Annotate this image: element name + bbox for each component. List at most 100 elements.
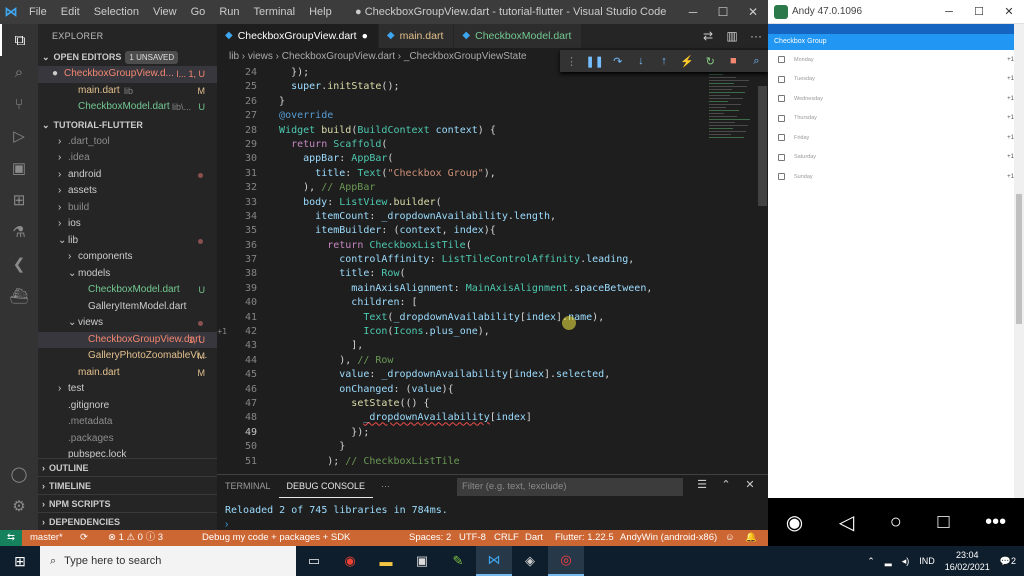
hot-reload-icon[interactable]: ⚡ <box>676 55 699 68</box>
outline-section[interactable]: › OUTLINE <box>38 458 217 476</box>
checkbox[interactable] <box>778 134 785 142</box>
taskbar-search[interactable]: ⌕ Type here to search <box>40 546 296 576</box>
emulator-scrollbar[interactable] <box>1014 24 1024 498</box>
open-changes-icon[interactable]: ⇄ <box>696 29 720 43</box>
chrome-icon[interactable]: ◉ <box>332 546 368 576</box>
menu-go[interactable]: Go <box>184 0 213 24</box>
checkbox-list-item[interactable]: Friday +1 <box>768 128 1024 148</box>
checkbox[interactable] <box>778 153 785 161</box>
checkbox-list-item[interactable]: Monday +1 <box>768 50 1024 70</box>
minimap[interactable] <box>705 66 757 468</box>
clear-console-icon[interactable]: ☰ <box>690 478 714 491</box>
stop-icon[interactable]: ■ <box>722 55 745 67</box>
open-editors-section[interactable]: ⌄ OPEN EDITORS 1 UNSAVED <box>38 48 217 66</box>
tree-item[interactable]: .metadata <box>38 414 217 431</box>
checkbox[interactable] <box>778 173 785 181</box>
tree-item[interactable]: GalleryPhotoZoomableVi... M <box>38 348 217 365</box>
andy-emulator-icon[interactable]: ◎ <box>548 546 584 576</box>
checkbox[interactable] <box>778 95 785 103</box>
screen-record-icon[interactable]: ◉ <box>786 510 803 535</box>
tree-item[interactable]: CheckboxGroupView.dart 1, U <box>38 331 217 348</box>
run-debug-icon[interactable]: ▷ <box>0 120 38 152</box>
language-mode[interactable]: Dart <box>525 530 543 546</box>
close-icon[interactable]: ✕ <box>994 5 1024 18</box>
menu-view[interactable]: View <box>146 0 184 24</box>
checkbox[interactable] <box>778 75 785 83</box>
code-editor[interactable]: 24 25 26 27 28 29 30 31 32 33 34 35 36 37 38 39 40 41 42 43… <box>217 66 768 468</box>
tree-item[interactable]: › test <box>38 381 217 398</box>
menu-terminal[interactable]: Terminal <box>247 0 303 24</box>
tree-item[interactable]: › build <box>38 200 217 217</box>
checkbox-list-item[interactable]: Wednesday +1 <box>768 89 1024 109</box>
tree-item[interactable]: .gitignore <box>38 398 217 415</box>
feedback-icon[interactable]: ☺ <box>725 530 735 546</box>
pause-icon[interactable]: ❚❚ <box>583 55 606 68</box>
file-explorer-icon[interactable]: ▬ <box>368 546 404 576</box>
menu-help[interactable]: Help <box>302 0 339 24</box>
problems-indicator[interactable]: ⊗ 1 ⚠ 0 ⓘ 3 <box>108 530 163 546</box>
menu-edit[interactable]: Edit <box>54 0 87 24</box>
tree-item[interactable]: › .dart_tool <box>38 134 217 151</box>
sync-icon[interactable]: ⟳ <box>80 530 88 546</box>
step-into-icon[interactable]: ↓ <box>629 55 652 67</box>
clock[interactable]: 23:04 16/02/2021 <box>945 549 990 573</box>
open-editor-item[interactable]: main.dart lib M <box>38 83 217 100</box>
notifications-icon[interactable]: 🔔 <box>745 530 757 546</box>
tab-checkboxmodel[interactable]: ◆ CheckboxModel.dart <box>454 24 583 48</box>
tree-item[interactable]: ⌄ views <box>38 315 217 332</box>
tree-item[interactable]: GalleryItemModel.dart <box>38 299 217 316</box>
tree-item[interactable]: › assets <box>38 183 217 200</box>
tree-item[interactable]: › .idea <box>38 150 217 167</box>
network-icon[interactable]: ▂ <box>885 556 892 567</box>
more-icon[interactable]: ••• <box>985 511 1006 534</box>
restart-icon[interactable]: ↻ <box>699 55 722 68</box>
search-icon[interactable]: ⌕ <box>0 56 38 88</box>
open-editor-item[interactable]: ● CheckboxGroupView.d... l... 1, U <box>38 66 217 83</box>
flutter-version[interactable]: Flutter: 1.22.5 <box>555 530 614 546</box>
more-actions-icon[interactable]: ··· <box>744 29 768 43</box>
back-icon[interactable]: ◁ <box>839 510 854 535</box>
split-editor-icon[interactable]: ▥ <box>720 29 744 43</box>
drag-handle-icon[interactable]: ⋮ <box>560 55 583 68</box>
notifications-icon[interactable]: 💬2 <box>1000 556 1016 567</box>
console-prompt[interactable]: › <box>225 519 228 530</box>
remote-icon[interactable]: ⇆ <box>0 530 22 546</box>
git-branch[interactable]: master* <box>30 530 63 546</box>
terminal-icon[interactable]: ▣ <box>404 546 440 576</box>
menu-run[interactable]: Run <box>212 0 246 24</box>
checkbox-list-item[interactable]: Saturday +1 <box>768 148 1024 168</box>
remote-explorer-icon[interactable]: ▣ <box>0 152 38 184</box>
close-icon[interactable]: ✕ <box>738 0 768 24</box>
device-selector[interactable]: AndyWin (android-x86) <box>620 530 717 546</box>
tree-item[interactable]: ⌄ models <box>38 266 217 283</box>
timeline-section[interactable]: › TIMELINE <box>38 476 217 494</box>
inspect-icon[interactable]: ⌕ <box>745 55 768 68</box>
volume-icon[interactable]: ◂) <box>902 556 910 567</box>
checkbox[interactable] <box>778 114 785 122</box>
tab-terminal[interactable]: TERMINAL <box>217 475 279 497</box>
tree-item[interactable]: main.dart M <box>38 365 217 382</box>
docker-icon[interactable]: ⛴ <box>0 280 38 312</box>
source-control-icon[interactable]: ⑂ <box>0 88 38 120</box>
account-icon[interactable]: ◯ <box>0 458 38 490</box>
code-lines[interactable]: }); super.initState(); } @override Widge… <box>267 66 697 468</box>
maximize-icon[interactable]: ☐ <box>964 5 994 18</box>
recents-icon[interactable]: □ <box>937 511 949 534</box>
checkbox-list-item[interactable]: Tuesday +1 <box>768 70 1024 90</box>
encoding[interactable]: UTF-8 <box>459 530 486 546</box>
checkbox[interactable] <box>778 56 785 64</box>
extensions-icon[interactable]: ⊞ <box>0 184 38 216</box>
step-over-icon[interactable]: ↷ <box>606 55 629 68</box>
tab-debug-console[interactable]: DEBUG CONSOLE <box>278 475 374 498</box>
project-section[interactable]: ⌄ TUTORIAL-FLUTTER <box>38 116 217 134</box>
tab-checkboxgroupview[interactable]: ◆ CheckboxGroupView.dart ● <box>217 24 379 48</box>
tab-main[interactable]: ◆ main.dart <box>378 24 455 48</box>
explorer-icon[interactable]: ⧉ <box>0 24 38 56</box>
android-studio-icon[interactable]: ◈ <box>512 546 548 576</box>
maximize-icon[interactable]: ☐ <box>708 0 738 24</box>
maximize-panel-icon[interactable]: ⌃ <box>714 478 738 491</box>
settings-gear-icon[interactable]: ⚙ <box>0 490 38 522</box>
notepad-icon[interactable]: ✎ <box>440 546 476 576</box>
open-editor-item[interactable]: CheckboxModel.dart lib\... U <box>38 99 217 116</box>
input-language[interactable]: IND <box>919 556 935 566</box>
